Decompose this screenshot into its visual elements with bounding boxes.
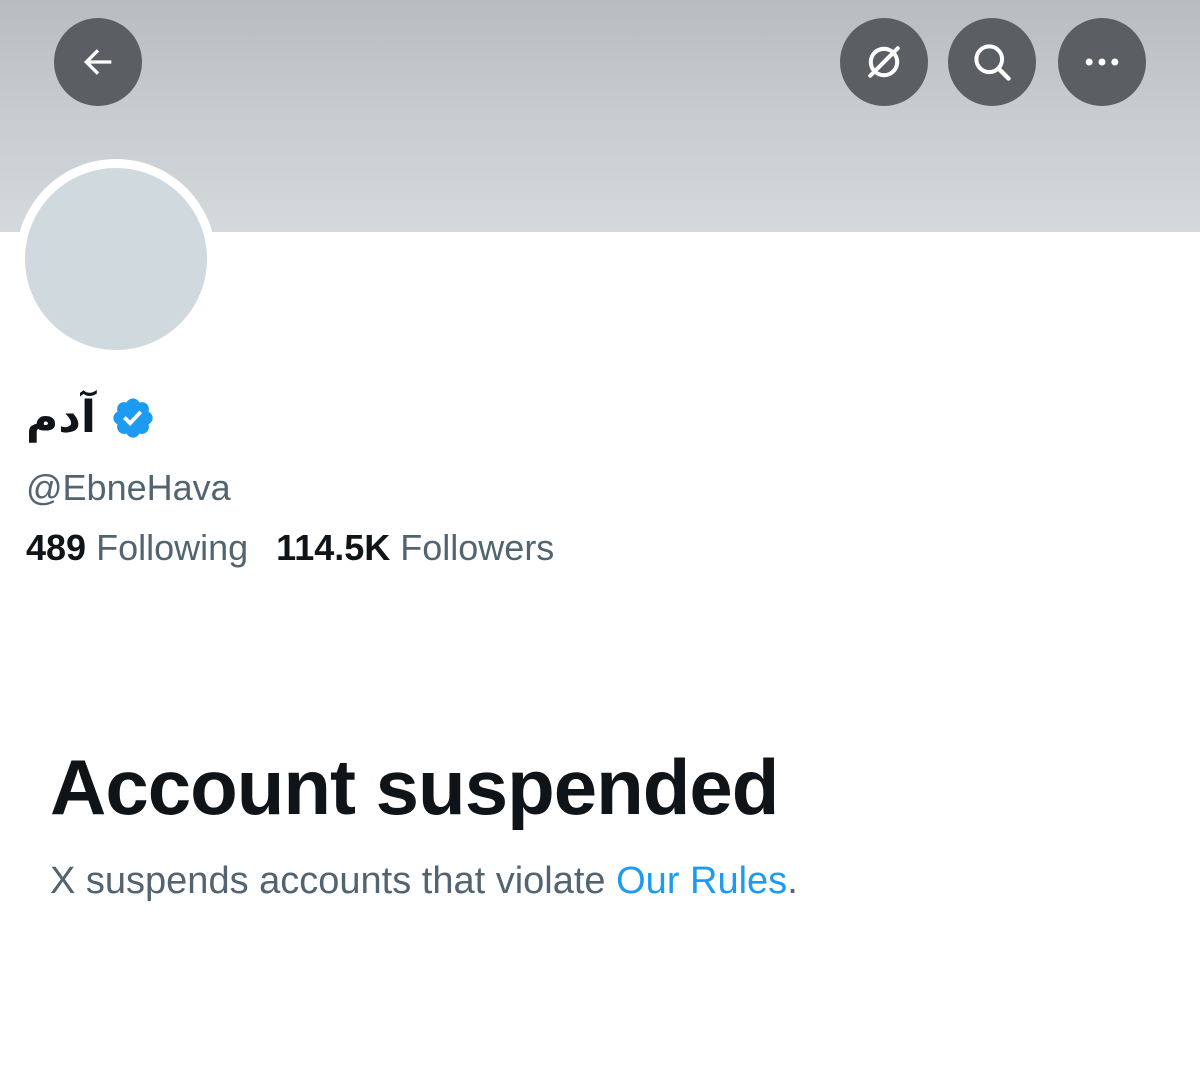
translate-toggle-button[interactable] (840, 18, 928, 106)
back-button[interactable] (54, 18, 142, 106)
no-translate-icon (862, 40, 906, 84)
our-rules-link[interactable]: Our Rules (616, 860, 787, 902)
suspended-title: Account suspended (50, 743, 779, 831)
avatar-frame (16, 159, 216, 359)
arrow-left-icon (78, 42, 118, 82)
followers-link[interactable]: 114.5K Followers (276, 526, 554, 570)
search-icon (970, 40, 1014, 84)
display-name: آدم (26, 392, 96, 443)
profile-stats: 489 Following 114.5K Followers (26, 526, 554, 570)
following-count: 489 (26, 527, 87, 568)
following-link[interactable]: 489 Following (26, 526, 248, 570)
profile-handle: @EbneHava (26, 467, 231, 508)
search-button[interactable] (948, 18, 1036, 106)
followers-count: 114.5K (276, 527, 391, 568)
following-label: Following (96, 527, 249, 568)
profile-page: آدم @EbneHava 489 Following 114.5K Followe… (0, 0, 1200, 1071)
avatar[interactable] (25, 168, 207, 350)
more-options-button[interactable] (1058, 18, 1146, 106)
followers-label: Followers (400, 527, 555, 568)
suspended-description-text: X suspends accounts that violate (50, 860, 617, 902)
profile-name-row: آدم (26, 388, 156, 448)
more-dots-icon (1080, 40, 1124, 84)
suspended-description: X suspends accounts that violate Our Rul… (50, 856, 798, 906)
verified-badge-icon[interactable] (110, 395, 156, 441)
suspended-description-period: . (787, 860, 798, 902)
